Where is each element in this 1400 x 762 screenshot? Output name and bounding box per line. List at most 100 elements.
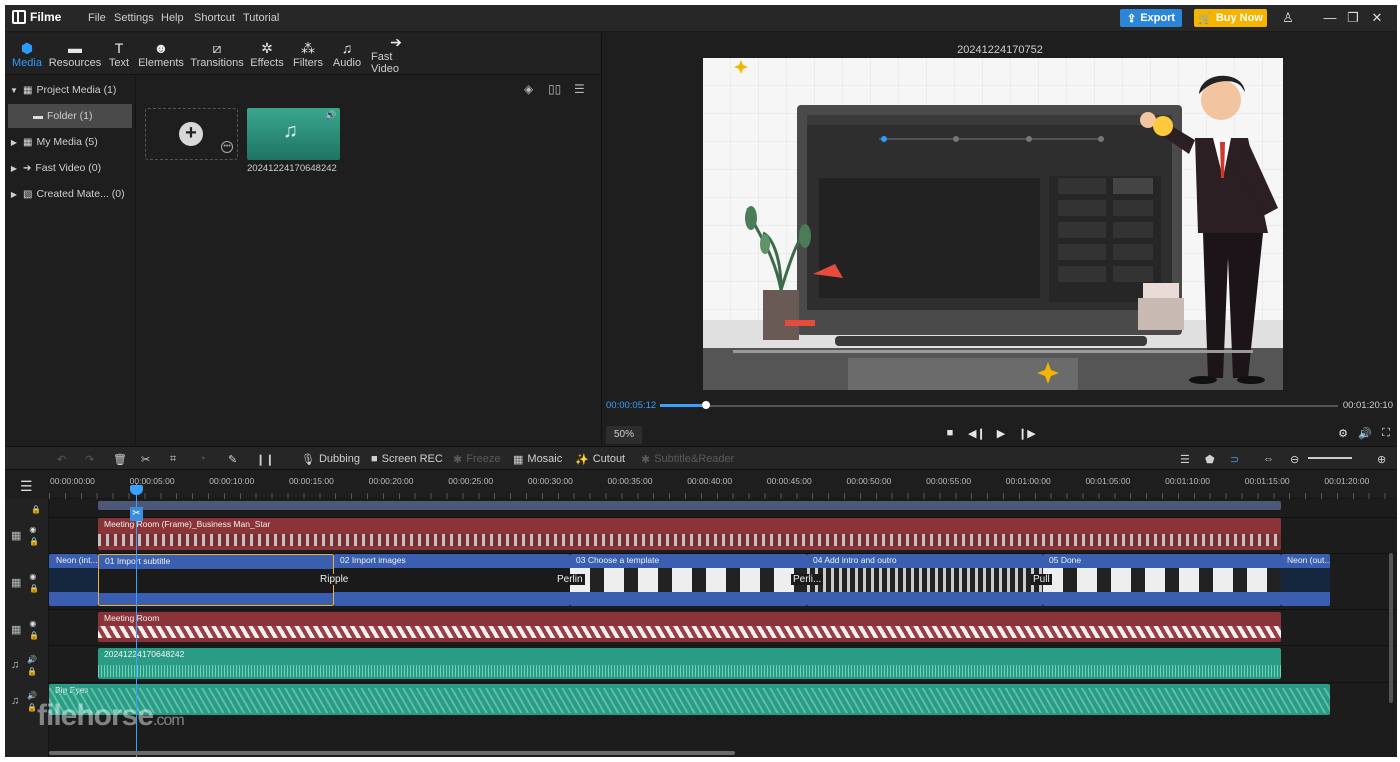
stop-icon[interactable]: ■ [942,427,958,439]
preview-progress [660,404,707,407]
tab-audio[interactable]: ♫ Audio [331,33,363,75]
neon-intro-clip[interactable]: Neon (int... [49,554,98,606]
screen-rec-button[interactable]: ■ Screen REC [371,447,443,471]
tab-filters[interactable]: ⁂ Filters [292,33,324,75]
scrubber-handle[interactable] [702,401,711,409]
more-icon[interactable]: ••• [221,141,233,153]
tab-fast-video[interactable]: ➔ Fast Video [371,33,421,75]
volume-icon[interactable]: 🔊 [1357,427,1373,440]
zoom-out-icon[interactable]: ⊖ [1290,447,1299,471]
timeline-zoom-slider[interactable] [1308,457,1352,459]
next-frame-icon[interactable]: ❙▶ [1018,427,1036,440]
eye-icon[interactable]: ◉ [29,572,39,581]
audio-clip[interactable]: 20241224170648242 [98,648,1281,679]
track-settings-icon[interactable]: ☰ [1180,447,1190,471]
hamburger-menu-icon[interactable]: ☰ [20,478,33,495]
overlay-clip[interactable]: Meeting Room (Frame)_Business Man_Star [98,518,1281,550]
zoom-select[interactable]: 50% [606,426,642,444]
menu-settings[interactable]: Settings [114,12,154,24]
ruler-tick-label: 00:01:00:00 [1005,476,1051,486]
menu-help[interactable]: Help [161,12,184,24]
timeline-vertical-scrollbar[interactable] [1389,553,1393,703]
tab-text[interactable]: T Text [106,33,132,75]
marker-icon[interactable]: ❙❙ [256,447,274,471]
play-icon[interactable]: ▶ [993,427,1009,440]
settings-icon[interactable]: ⚙ [1335,427,1351,440]
tab-effects[interactable]: ✲ Effects [250,33,284,75]
tab-transitions[interactable]: ⧄ Transitions [190,33,243,75]
fit-timeline-icon[interactable]: ⇔ [1263,447,1274,471]
lock-icon[interactable]: 🔒 [27,703,37,712]
eye-icon[interactable]: ◉ [29,525,39,534]
account-icon[interactable]: ♙ [1278,9,1298,27]
speed-icon[interactable]: ◔ [199,447,206,471]
lock-icon[interactable]: 🔒 [31,505,41,514]
volume-icon[interactable]: 🔊 [27,655,37,664]
sidebar-item-project-media[interactable]: ▼ ▦ Project Media (1) [5,78,136,102]
export-button[interactable]: ⇪ Export [1120,9,1182,27]
import-images-clip[interactable]: 02 Import images [334,554,570,606]
menu-shortcut[interactable]: Shortcut [194,12,235,24]
preview-scrubber[interactable] [660,405,1338,407]
mosaic-button[interactable]: ▦ Mosaic [513,447,562,471]
crop-icon[interactable]: ⌗ [170,447,176,471]
fullscreen-icon[interactable]: ⛶ [1378,427,1394,440]
buy-now-button[interactable]: 🛒 Buy Now [1194,9,1267,27]
volume-icon[interactable]: 🔊 [27,691,37,700]
redo-icon[interactable]: ↷ [85,447,94,471]
media-thumbnail[interactable]: ♫ 🔊 [247,108,340,160]
preview-canvas[interactable] [703,58,1283,390]
tab-media[interactable]: ⬢ Media [9,33,45,75]
sidebar-item-folder[interactable]: ▬ Folder (1) [8,104,132,128]
split-at-playhead-icon[interactable]: ✂ [130,507,143,521]
close-button[interactable]: ✕ [1367,9,1387,27]
timeline-horizontal-scrollbar[interactable] [49,751,735,755]
snap-icon[interactable]: ⊃ [1230,447,1239,471]
sidebar-item-fast-video[interactable]: ▶ ➔ Fast Video (0) [5,156,136,180]
lock-icon[interactable]: 🔒 [29,584,39,593]
cutout-button[interactable]: ✨ Cutout [575,447,625,471]
lock-icon[interactable]: 🔒 [27,667,37,676]
layers-icon[interactable]: ◈ [524,82,533,96]
menu-file[interactable]: File [88,12,106,24]
previous-frame-icon[interactable]: ◀❙ [968,427,986,440]
add-icon[interactable]: + [179,122,203,146]
lock-icon[interactable]: 🔒 [29,631,39,640]
menu-tutorial[interactable]: Tutorial [243,12,279,24]
restore-button[interactable]: ❐ [1343,9,1363,27]
sort-icon[interactable]: ☰ [574,82,585,96]
background-clip[interactable]: Meeting Room [98,612,1281,642]
undo-icon[interactable]: ↶ [57,447,66,471]
eye-icon[interactable]: ◉ [29,619,39,628]
audio-waveform [49,688,1330,713]
subtitle-clip[interactable]: 01 Import subtitle [98,554,334,606]
delete-icon[interactable]: 🗑 [113,447,127,471]
transition-perlin-2[interactable]: Perli... [791,574,824,585]
edit-icon[interactable]: ✎ [228,447,237,471]
sidebar-item-my-media[interactable]: ▶ ▦ My Media (5) [5,130,136,154]
marker-add-icon[interactable]: ⬟ [1205,447,1215,471]
lock-icon[interactable]: 🔒 [29,537,39,546]
freeze-button[interactable]: ✱ Freeze [453,447,500,471]
tab-elements[interactable]: ☻ Elements [138,33,184,75]
tab-resources[interactable]: ▬ Resources [49,33,102,75]
chevron-right-icon: ▶ [10,189,18,199]
dubbing-button[interactable]: 🎙 Dubbing [301,447,360,471]
zoom-in-icon[interactable]: ⊕ [1377,447,1386,471]
minimize-button[interactable]: — [1320,9,1340,27]
split-icon[interactable]: ✂ [141,447,150,471]
sidebar-item-created-material[interactable]: ▶ ▧ Created Mate... (0) [5,182,136,206]
music-clip[interactable]: Big Eyes [49,684,1330,715]
top-track-clip[interactable] [98,501,1281,510]
choose-template-clip[interactable]: 03 Choose a template [570,554,807,606]
playhead[interactable] [136,483,137,757]
tab-label: Filters [293,57,323,69]
done-clip[interactable]: 05 Done [1043,554,1281,606]
intro-outro-clip[interactable]: 04 Add intro and outro [807,554,1043,606]
grid-view-icon[interactable]: ▯▯ [548,82,561,96]
transition-ripple[interactable]: Ripple [318,574,351,585]
transition-pull[interactable]: Pull [1031,574,1052,585]
subtitle-reader-button[interactable]: ✱ Subtitle&Reader [641,447,734,471]
neon-outro-clip[interactable]: Neon (out... [1281,554,1330,606]
transition-perlin[interactable]: Perlin [555,574,585,585]
